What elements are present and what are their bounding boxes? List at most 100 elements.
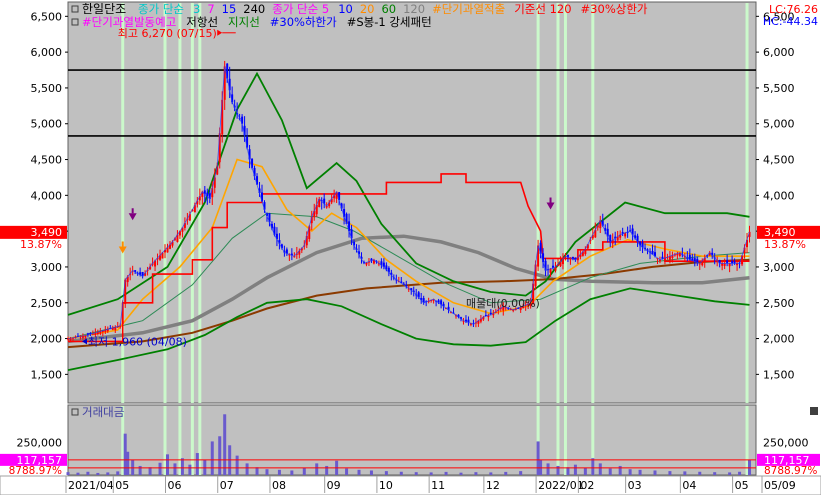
legend-line1-item: 10 [338,2,353,16]
volume-bar [573,464,577,475]
volume-legend-label: 거래대금 [82,405,124,419]
volume-highlight-column [556,406,560,475]
volume-bar [76,472,80,475]
volume-bar [713,472,717,475]
legend-line1-item: 종가 단순 [138,2,184,16]
time-axis-label: 12 [486,479,500,492]
signal-highlight-column [556,3,560,403]
volume-tick-label-left: 250,000 [17,437,63,450]
signal-highlight-column [563,3,567,403]
volume-bar [668,471,672,475]
volume-bar [188,464,192,475]
volume-bar [638,469,642,475]
volume-bar [96,472,100,475]
time-axis-label: 09 [327,479,341,492]
legend-line1-item: 120 [403,2,425,16]
volume-bar [345,468,349,475]
volume-bar [653,470,657,475]
time-axis-label: 10 [379,479,393,492]
price-tick-label-right: 4,000 [763,189,795,202]
volume-bar [131,459,135,475]
volume-bar [255,467,259,475]
legend-line1-item: 60 [381,2,396,16]
time-axis-label: 06 [167,479,181,492]
legend-line1-item: 240 [243,2,265,16]
volume-bar [384,471,388,475]
signal-highlight-column [591,3,595,403]
hc-label: HC:-44.34 [763,15,818,28]
volume-bar [598,463,602,475]
price-tick-label-left: 2,500 [31,297,63,310]
time-axis-label: 2022/01 [538,479,584,492]
legend-line2-item: #S봉-1 강세패턴 [347,15,432,29]
low-price-annotation: 최저 1,960 (04/08) [88,335,187,348]
volume-bar [429,472,433,475]
stock-name-label: 한일단조 [82,2,126,16]
price-tick-label-left: 4,000 [31,189,63,202]
volume-bar [138,465,142,475]
volume-bar [474,472,478,475]
volume-bar [566,467,570,475]
price-tick-label-right: 5,000 [763,118,795,131]
volume-bar [210,441,214,475]
legend-line1-item: 7 [207,2,214,16]
stock-chart: 1,500 1,500 2,000 2,000 2,500 2,500 3,000 3,000… [0,0,821,496]
time-axis-label: 05 [115,479,129,492]
volume-pct-left: 8788.97% [9,465,62,477]
price-tick-label-right: 2,500 [763,297,795,310]
volume-bar [173,463,177,475]
time-axis-label: 04 [682,479,696,492]
volume-bar [399,471,403,475]
price-tick-label-right: 6,000 [763,46,795,59]
volume-bar [608,468,612,475]
volume-bar [195,453,199,475]
volume-bar [116,471,120,475]
volume-bar [444,471,448,475]
volume-bar [698,471,702,475]
volume-bar [728,472,732,475]
volume-bar [546,463,550,475]
time-axis-label: 03 [628,479,642,492]
current-change-left: 13.87% [20,238,62,251]
volume-bar [158,462,162,475]
legend-line1-item: 종가 단순 5 [272,2,329,16]
volume-bar [218,436,222,475]
legend-line1-item: #단기과열적출 [432,2,505,16]
legend-line1-item: #30%상한가 [581,2,648,16]
volume-bar [591,458,595,475]
signal-highlight-column [536,3,540,403]
signal-highlight-column [745,3,749,403]
legend-line2-item: 지지선 [228,15,260,29]
price-tick-label-left: 1,500 [31,368,63,381]
price-tick-label-left: 4,500 [31,154,63,167]
legend-line2-item: 저항선 [186,15,218,29]
price-tick-label-left: 5,000 [31,118,63,131]
price-tick-label-right: 4,500 [763,154,795,167]
volume-bar [223,414,227,475]
volume-bar [148,467,152,475]
volume-bar [203,459,207,475]
volume-bar [738,471,742,475]
volume-bar [106,472,110,475]
volume-bar [683,471,687,475]
time-axis-label: 07 [220,479,234,492]
volume-panel [67,404,757,476]
legend-line1-item: 15 [222,2,237,16]
time-axis-label: 08 [272,479,286,492]
candle-body [726,260,729,264]
price-tick-label-right: 3,000 [763,261,795,274]
volume-bar [245,463,249,475]
volume-bar [618,465,622,475]
volume-bar [556,465,560,475]
legend-line1-item: 3 [193,2,200,16]
time-axis-label: 05/09 [764,479,796,492]
legend-line1-item: 20 [360,2,375,16]
volume-bar [459,472,463,475]
volume-bar [126,451,130,475]
legend-line1-item: 기준선 120 [514,2,571,16]
volume-bar [315,463,319,475]
volume-highlight-column [563,406,567,475]
volume-bar [86,471,90,475]
time-axis-label: 02 [580,479,594,492]
volume-bar [325,465,329,475]
